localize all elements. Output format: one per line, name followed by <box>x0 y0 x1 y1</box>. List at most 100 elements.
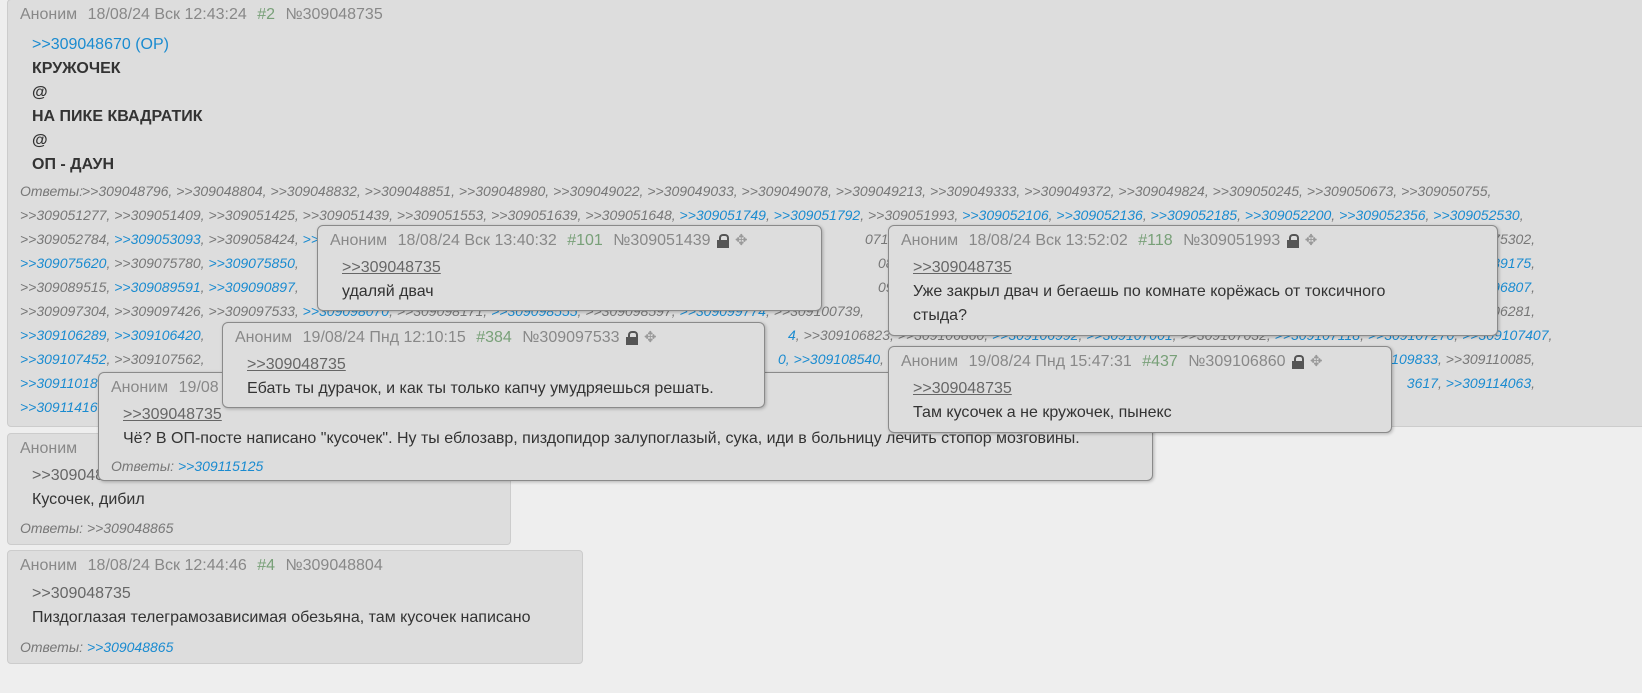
reply-link-text[interactable]: >>309075780, <box>114 255 208 271</box>
reply-link[interactable]: >>309052200 <box>1245 207 1331 223</box>
post-reply-ref[interactable]: >>309048735 <box>32 582 131 606</box>
move-icon[interactable]: ✥ <box>644 327 657 349</box>
reply-link-text[interactable]: , <box>1438 351 1446 367</box>
reply-link-text[interactable]: >>309051409, <box>114 207 208 223</box>
reply-link-text[interactable]: , <box>1520 207 1524 223</box>
post-reply-ref[interactable]: >>309048735 <box>913 256 1012 280</box>
reply-link-text[interactable]: , <box>1531 279 1535 295</box>
reply-link-text[interactable]: >>309049213, <box>836 183 930 199</box>
reply-link[interactable]: >>309052356 <box>1339 207 1425 223</box>
post-number[interactable]: №309051993 <box>1183 232 1280 249</box>
reply-link-text[interactable]: >>309051277, <box>20 207 114 223</box>
reply-link-text[interactable]: >>309107562, <box>114 351 204 367</box>
post-index[interactable]: #437 <box>1142 353 1178 370</box>
post-reply-ref[interactable]: >>309048735 <box>342 256 441 280</box>
reply-link[interactable]: >>309106420 <box>114 327 200 343</box>
reply-link-text[interactable]: >>309051639, <box>491 207 585 223</box>
reply-link[interactable]: >>309075620 <box>20 255 106 271</box>
reply-link-text[interactable]: >>309050673, <box>1307 183 1401 199</box>
post-reply-ref[interactable]: >>309048735 <box>123 403 222 427</box>
reply-link[interactable]: >>309075850 <box>208 255 294 271</box>
reply-link-text[interactable]: , <box>1438 375 1446 391</box>
post-index[interactable]: #2 <box>257 6 275 23</box>
reply-link[interactable]: >>309107452 <box>20 351 106 367</box>
reply-link[interactable]: 3617 <box>1407 375 1438 391</box>
post-number[interactable]: №309051439 <box>613 232 710 249</box>
reply-link[interactable]: >>309108540 <box>794 351 880 367</box>
reply-link[interactable]: >>309115125 <box>178 458 263 474</box>
reply-link-text[interactable]: >>309048804, <box>176 183 270 199</box>
reply-link[interactable]: >>309052106 <box>962 207 1048 223</box>
move-icon[interactable]: ✥ <box>735 230 748 252</box>
post-number[interactable]: №309048804 <box>285 557 382 574</box>
reply-link-text[interactable]: >>309051425, <box>208 207 302 223</box>
reply-link[interactable]: >>309089591 <box>114 279 200 295</box>
reply-link-text[interactable]: , <box>766 207 774 223</box>
reply-link-text[interactable]: >>309058424, <box>208 231 302 247</box>
reply-link[interactable]: 96807 <box>1492 279 1531 295</box>
reply-link-text[interactable]: >>309106823, <box>804 327 898 343</box>
reply-link-text[interactable]: >>309048980, <box>459 183 553 199</box>
reply-link-text[interactable]: >>309049372, <box>1024 183 1118 199</box>
reply-link[interactable]: 4 <box>788 327 796 343</box>
reply-link-text[interactable]: , <box>1549 327 1553 343</box>
reply-link-text[interactable]: >>309110085, <box>1446 351 1535 367</box>
reply-link[interactable]: >>309052530 <box>1433 207 1519 223</box>
reply-link[interactable]: 109833 <box>1391 351 1438 367</box>
reply-link-text[interactable]: >>309089515, <box>20 279 114 295</box>
move-icon[interactable]: ✥ <box>1310 351 1323 373</box>
post-index[interactable]: #101 <box>567 232 603 249</box>
reply-link-text[interactable]: , <box>295 255 299 271</box>
reply-link-text[interactable]: , <box>1143 207 1151 223</box>
op-reply-link[interactable]: >>309048670 (OP) <box>32 36 169 53</box>
reply-link-text[interactable]: , <box>201 327 205 343</box>
reply-link-text[interactable]: >>309097533, <box>208 303 302 319</box>
post-reply-ref[interactable]: >>309048735 <box>247 353 346 377</box>
reply-link-text[interactable]: 75302, <box>1492 231 1535 247</box>
reply-link-text[interactable]: 06281, <box>1492 303 1535 319</box>
reply-link-text[interactable]: , <box>796 327 804 343</box>
reply-link-text[interactable]: >>309048851, <box>365 183 459 199</box>
reply-link-text[interactable]: >>309051648, <box>585 207 679 223</box>
reply-link-text[interactable]: , <box>1531 375 1535 391</box>
reply-link[interactable]: >>309052185 <box>1151 207 1237 223</box>
reply-link[interactable]: >>309090897 <box>208 279 294 295</box>
reply-link-text[interactable]: >>309051553, <box>397 207 491 223</box>
reply-link-text[interactable]: >>309049022, <box>553 183 647 199</box>
reply-link[interactable]: 0, <box>778 351 794 367</box>
reply-link-text[interactable]: , <box>295 279 299 295</box>
post-number[interactable]: №309106860 <box>1188 353 1285 370</box>
reply-link-text[interactable]: >>309097426, <box>114 303 208 319</box>
reply-link-text[interactable]: , <box>1331 207 1339 223</box>
move-icon[interactable]: ✥ <box>1305 230 1318 252</box>
reply-link[interactable]: >>309053093 <box>114 231 200 247</box>
post-number[interactable]: №309048735 <box>285 6 382 23</box>
reply-link[interactable]: >>309051792 <box>774 207 860 223</box>
reply-link-text[interactable]: >>309051993, <box>868 207 962 223</box>
reply-link[interactable]: >>309114063 <box>1446 375 1531 391</box>
reply-link[interactable]: >>309048865 <box>87 520 173 536</box>
post-reply-ref[interactable]: >>309048735 <box>913 377 1012 401</box>
reply-link-text[interactable]: >>309049333, <box>930 183 1024 199</box>
reply-link[interactable]: >>309051749 <box>680 207 766 223</box>
reply-link[interactable]: 89175 <box>1492 255 1531 271</box>
post-number[interactable]: №309097533 <box>522 329 619 346</box>
reply-link-text[interactable]: >>309048796, <box>82 183 176 199</box>
reply-link-text[interactable]: >>309052784, <box>20 231 114 247</box>
reply-link-text[interactable]: >>309050245, <box>1213 183 1307 199</box>
reply-link-text[interactable]: >>309049824, <box>1118 183 1212 199</box>
reply-link[interactable]: >>309106289 <box>20 327 106 343</box>
reply-link[interactable]: >>309052136 <box>1056 207 1142 223</box>
post-index[interactable]: #118 <box>1138 232 1172 249</box>
reply-link-text[interactable]: >>309050755, <box>1401 183 1491 199</box>
post-index[interactable]: #384 <box>476 329 512 346</box>
reply-link-text[interactable]: >>309049033, <box>647 183 741 199</box>
reply-link-text[interactable]: >>309049078, <box>742 183 836 199</box>
reply-link-text[interactable]: >>309097304, <box>20 303 114 319</box>
reply-link-text[interactable]: >>309051439, <box>303 207 397 223</box>
post-index[interactable]: #4 <box>257 557 275 574</box>
reply-link[interactable]: >>30911018 <box>20 375 98 391</box>
reply-link[interactable]: >>30911416 <box>20 399 98 415</box>
reply-link[interactable]: >>309048865 <box>87 639 173 655</box>
reply-link-text[interactable]: , <box>860 207 868 223</box>
